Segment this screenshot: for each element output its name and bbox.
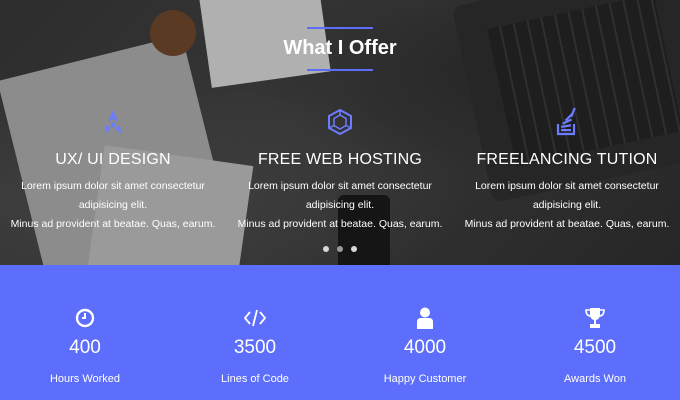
stat-label: Hours Worked [49,373,121,385]
stat-label: Awards Won [564,373,626,385]
stack-overflow-icon [454,107,680,137]
section-title: What I Offer [283,37,397,59]
services-row: UX/ UI DESIGN Lorem ipsum dolor sit amet… [0,107,680,234]
service-title: FREE WEB HOSTING [257,151,423,168]
trophy-icon [510,305,680,331]
stat-label: Happy Customer [383,373,467,385]
stat-happy-customer: 4000 Happy Customer [340,265,510,385]
hero-section: What I Offer UX/ UI DESIGN Lorem ipsum d… [0,0,680,265]
carousel-dot-3[interactable] [351,246,357,252]
stat-awards-won: 4500 Awards Won [510,265,680,385]
stat-value: 3500 [233,337,277,358]
stat-label: Lines of Code [221,373,289,385]
service-card-web-hosting: FREE WEB HOSTING Lorem ipsum dolor sit a… [227,107,453,234]
code-icon [170,305,340,331]
carousel-dot-1[interactable] [323,246,329,252]
section-header: What I Offer [0,0,680,71]
clock-icon [0,305,170,331]
service-card-freelancing: FREELANCING TUTION Lorem ipsum dolor sit… [454,107,680,234]
carousel-dot-2[interactable] [337,246,343,252]
ux-design-icon [0,107,226,137]
service-title: UX/ UI DESIGN [55,151,171,168]
stat-value: 4500 [573,337,617,358]
carousel-indicators [0,246,680,252]
service-description: Lorem ipsum dolor sit amet consectetur a… [10,180,216,230]
stat-lines-of-code: 3500 Lines of Code [170,265,340,385]
service-description: Lorem ipsum dolor sit amet consectetur a… [464,180,670,230]
title-divider-top [307,27,373,29]
service-card-ux-design: UX/ UI DESIGN Lorem ipsum dolor sit amet… [0,107,226,234]
stat-hours-worked: 400 Hours Worked [0,265,170,385]
service-title: FREELANCING TUTION [476,151,658,168]
web-hosting-icon [227,107,453,137]
stats-section: 400 Hours Worked 3500 Lines of Code 4000… [0,265,680,400]
user-icon [340,305,510,331]
service-description: Lorem ipsum dolor sit amet consectetur a… [237,180,443,230]
stat-value: 400 [69,337,101,358]
title-divider-bottom [307,69,373,71]
stat-value: 4000 [403,337,447,358]
